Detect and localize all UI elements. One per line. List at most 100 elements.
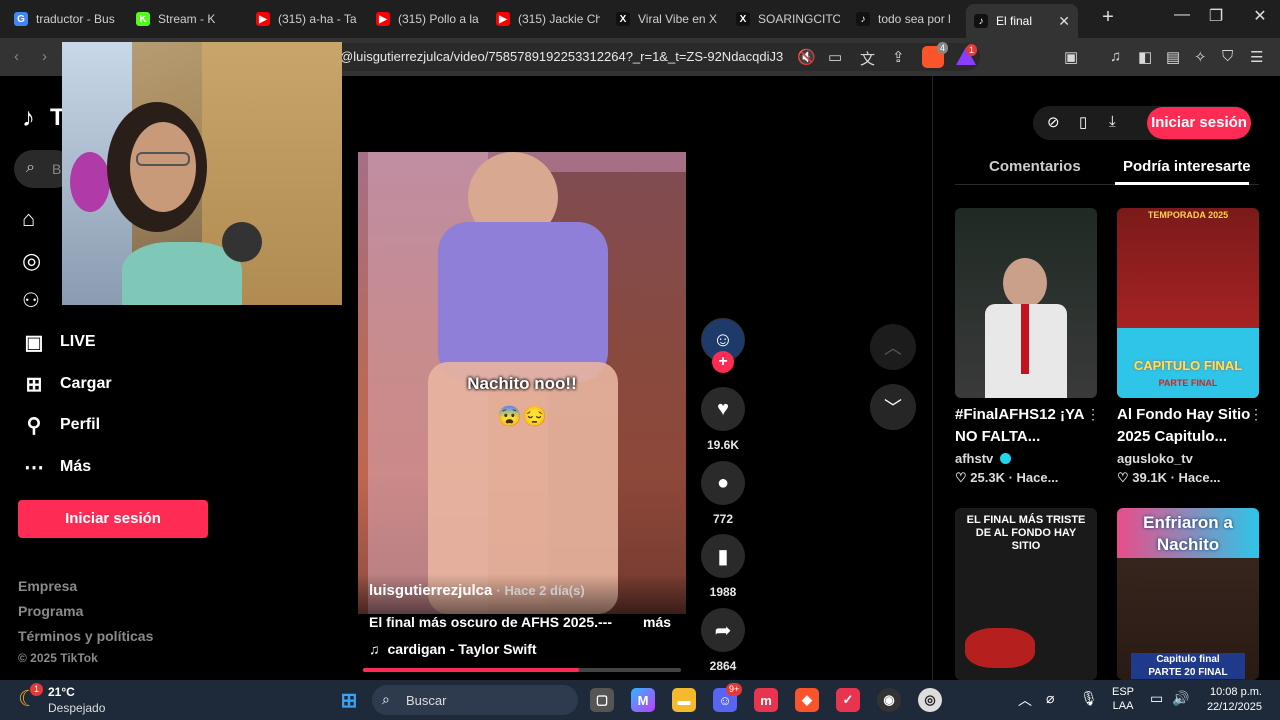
obs-icon[interactable]: ◉ [877, 688, 901, 712]
translate-icon[interactable]: 文 [860, 48, 875, 69]
video-music[interactable]: ♫ cardigan - Taylor Swift [369, 641, 537, 657]
sidebar-icon[interactable]: ◧ [1138, 48, 1152, 66]
mute-site-icon[interactable]: 🔇 [797, 48, 816, 66]
close-window-button[interactable]: ✕ [1240, 6, 1280, 26]
browser-tab[interactable]: ▶ (315) Pollo a la [368, 4, 480, 34]
profile-icon: ⚲ [26, 414, 42, 437]
browser-tab[interactable]: ♪ El final ✕ [966, 4, 1078, 38]
save-button[interactable]: ▮ [701, 534, 745, 578]
brave-shield-icon[interactable]: 4 [922, 42, 948, 68]
share-button[interactable]: ➦ [701, 608, 745, 652]
tray-volume-icon[interactable]: 🔊 [1172, 690, 1189, 707]
forward-icon[interactable]: › [42, 48, 47, 65]
phone-icon[interactable]: ▯ [1079, 113, 1087, 131]
file-explorer-icon[interactable]: ▬ [672, 688, 696, 712]
app-circle-icon[interactable]: ◎ [918, 688, 942, 712]
microsoft365-icon[interactable]: M [631, 688, 655, 712]
browser-tab-label: traductor - Bus [36, 12, 115, 26]
new-tab-button[interactable]: + [1088, 6, 1128, 29]
task-view-icon[interactable]: ▢ [590, 688, 614, 712]
rec-thumbnail-2[interactable]: TEMPORADA 2025 CAPITULO FINAL PARTE FINA… [1117, 208, 1259, 398]
cast-icon[interactable]: ▭ [828, 48, 842, 66]
follow-plus-icon[interactable]: + [712, 351, 734, 373]
rec-1-options-icon[interactable]: ⋮ [1086, 406, 1100, 423]
rec-author-1[interactable]: afhstv [955, 451, 1011, 466]
share-icon[interactable]: ⇪ [892, 48, 905, 66]
video-author[interactable]: luisgutierrezjulca · Hace 2 día(s) [369, 582, 585, 599]
browser-tab[interactable]: X Viral Vibe en X [608, 4, 720, 34]
browser-tab[interactable]: K Stream - K [128, 4, 240, 34]
tiktok-icon: ♪ [974, 14, 988, 28]
x-icon: X [616, 12, 630, 26]
video-more-link[interactable]: más [643, 614, 671, 630]
rec-author-2[interactable]: agusloko_tv [1117, 451, 1193, 466]
maximize-button[interactable]: ❐ [1196, 6, 1236, 26]
rec-thumbnail-4[interactable]: Enfriaron a Nachito Capitulo final PARTE… [1117, 508, 1259, 680]
rec-title-2[interactable]: Al Fondo Hay Sitio 2025 Capitulo... [1117, 404, 1267, 448]
webcam-microphone [222, 222, 262, 262]
leo-ai-icon[interactable]: ✧ [1194, 48, 1207, 66]
explore-icon[interactable]: ◎ [22, 248, 41, 274]
nav-profile-label: Perfil [60, 416, 101, 433]
tray-chevron-icon[interactable]: ︿ [1018, 690, 1032, 710]
tray-mic-icon[interactable]: 🎙 [1080, 690, 1098, 707]
clock[interactable]: 10:08 p.m. 22/12/2025 [1196, 685, 1262, 715]
more-icon: ⋯ [24, 456, 44, 479]
save-count: 1988 [709, 585, 737, 599]
tiktok-icon: ♪ [856, 12, 870, 26]
browser-tab[interactable]: ▶ (315) a-ha - Ta [248, 4, 360, 34]
nav-profile[interactable]: ⚲ Perfil [20, 413, 100, 437]
verified-icon [999, 453, 1011, 464]
rec3-label: EL FINAL MÁS TRISTE DE AL FONDO HAY SITI… [966, 514, 1086, 552]
tab-suggested[interactable]: Podría interesarte [1123, 158, 1251, 175]
browser-tab-label: (315) Jackie Ch [518, 12, 600, 26]
comment-button[interactable]: ● [701, 461, 745, 505]
browser-tab[interactable]: ♪ todo sea por l [848, 4, 960, 34]
video-progress-bar[interactable] [363, 668, 681, 672]
rec-title-1[interactable]: #FinalAFHS12 ¡YA NO FALTA... [955, 404, 1105, 448]
download-icon[interactable]: ⤓ [1109, 113, 1116, 130]
footer-link-terms[interactable]: Términos y políticas [18, 628, 153, 644]
browser-tab[interactable]: X SOARINGCITO [728, 4, 840, 34]
tab-comments[interactable]: Comentarios [989, 158, 1081, 175]
nav-more[interactable]: ⋯ Más [20, 455, 91, 479]
footer-link-empresa[interactable]: Empresa [18, 578, 77, 594]
language-indicator[interactable]: ESP LAA [1112, 685, 1134, 713]
app-red-icon[interactable]: m [754, 688, 778, 712]
video-player[interactable]: Nachito noo!! 😨😔 luisgutierrezjulca · Ha… [358, 152, 686, 614]
home-icon[interactable]: ⌂ [22, 206, 35, 232]
footer-link-programa[interactable]: Programa [18, 603, 83, 619]
vpn-icon[interactable]: ⛉ [1222, 48, 1233, 65]
close-tab-icon[interactable]: ✕ [1058, 13, 1070, 30]
windows-start-icon[interactable]: ⊞ [337, 688, 361, 712]
back-icon[interactable]: ‹ [14, 48, 19, 65]
video-caption: Nachito noo!! [467, 374, 577, 393]
next-video-button[interactable]: ﹀ [870, 384, 916, 430]
wallet-icon[interactable]: ▤ [1166, 48, 1180, 66]
coin-icon[interactable]: ⊘ [1047, 113, 1060, 131]
tiktok-logo-icon[interactable]: ♪ [22, 102, 35, 133]
rec-thumbnail-3[interactable]: EL FINAL MÁS TRISTE DE AL FONDO HAY SITI… [955, 508, 1097, 680]
like-button[interactable]: ♥ [701, 387, 745, 431]
pocket-icon[interactable]: ✓ [836, 688, 860, 712]
login-button[interactable]: Iniciar sesión [18, 500, 208, 538]
taskbar-search[interactable]: ⌕ Buscar [372, 685, 578, 715]
nav-upload[interactable]: ⊞ Cargar [20, 372, 112, 396]
rec-2-options-icon[interactable]: ⋮ [1249, 406, 1263, 423]
browser-tab[interactable]: Gtraductor - Bus [6, 4, 118, 34]
reader-mode-icon[interactable]: ▣ [1064, 48, 1078, 66]
previous-video-button[interactable]: ︿ [870, 324, 916, 370]
rec-thumbnail-1[interactable] [955, 208, 1097, 398]
tray-network-off-icon[interactable]: ⌀ [1046, 690, 1054, 707]
heart-icon: ♥ [717, 397, 729, 420]
tray-display-icon[interactable]: ▭ [1150, 690, 1163, 707]
brave-taskbar-icon[interactable]: ◆ [795, 688, 819, 712]
top-login-button[interactable]: Iniciar sesión [1147, 107, 1251, 139]
shield-count-badge: 4 [936, 42, 948, 54]
menu-icon[interactable]: ☰ [1250, 48, 1263, 66]
address-bar[interactable]: @luisgutierrezjulca/video/75857891922533… [330, 43, 980, 71]
browser-tab[interactable]: ▶ (315) Jackie Ch [488, 4, 600, 34]
following-icon[interactable]: ⚇ [22, 288, 40, 313]
media-icon[interactable]: ♫ [1110, 48, 1121, 65]
nav-live[interactable]: ▣ LIVE [20, 330, 96, 354]
